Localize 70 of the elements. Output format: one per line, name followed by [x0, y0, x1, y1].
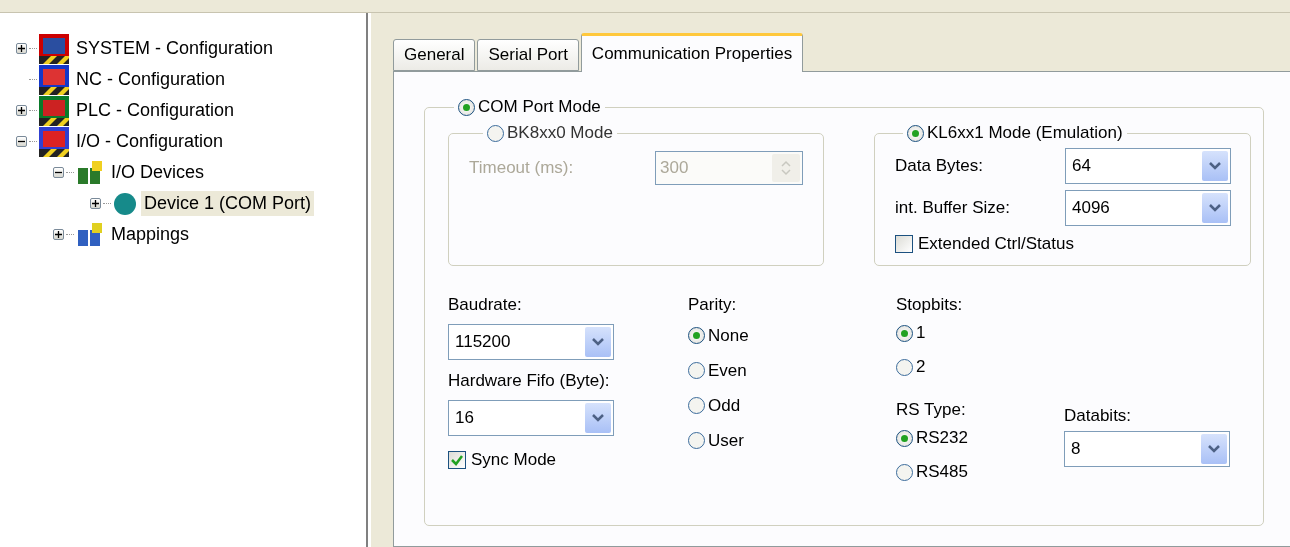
checkbox[interactable] [448, 451, 466, 469]
radio-button[interactable] [896, 463, 913, 481]
config-icon [39, 33, 69, 64]
option-label: RS485 [916, 462, 968, 482]
tab[interactable]: Communication Properties [580, 33, 804, 72]
checkbox[interactable] [895, 235, 913, 253]
checkmark-icon [451, 454, 463, 466]
expand-icon[interactable] [16, 105, 27, 116]
config-icon [39, 64, 69, 95]
chevron-down-icon [1208, 445, 1220, 453]
tab[interactable]: Serial Port [477, 39, 579, 71]
chevron-down-icon [1209, 162, 1221, 170]
chevron-down-icon [1209, 204, 1221, 212]
radio-button[interactable] [688, 327, 705, 344]
spinner-arrows-icon [772, 153, 800, 182]
field-label: RS Type: [896, 399, 967, 421]
option-label: COM Port Mode [478, 97, 601, 117]
radio-button[interactable] [688, 397, 705, 414]
field-label: Timeout (ms): [469, 156, 575, 179]
expand-icon[interactable] [16, 43, 27, 54]
config-icon [39, 126, 69, 157]
chevron-down-icon [592, 414, 604, 422]
field-label: Stopbits: [896, 294, 964, 316]
option-label: Sync Mode [471, 450, 557, 470]
dropdown[interactable]: 8 [1064, 431, 1230, 467]
field-label: Databits: [1064, 405, 1133, 427]
option-label: BK8xx0 Mode [507, 123, 613, 143]
field-label: Hardware Fifo (Byte): [448, 370, 611, 392]
chevron-down-icon [592, 338, 604, 346]
radio-button[interactable] [688, 362, 705, 379]
radio-button[interactable] [896, 429, 913, 447]
spin-field: 300 [655, 150, 803, 185]
tree-item[interactable]: Mappings [108, 222, 193, 247]
option-label: Even [708, 360, 747, 381]
option-label: 2 [916, 357, 926, 377]
radio-button[interactable] [896, 358, 913, 376]
module-icon [76, 159, 104, 186]
tree-item[interactable]: Device 1 (COM Port) [141, 191, 315, 216]
field-label: Baudrate: [448, 294, 523, 316]
option-label: User [708, 430, 744, 451]
expand-icon[interactable] [90, 198, 101, 209]
config-icon [39, 95, 69, 126]
collapse-icon[interactable] [16, 136, 27, 147]
tree-item[interactable]: SYSTEM - Configuration [73, 36, 277, 61]
option-label: RS232 [916, 428, 968, 448]
mapping-icon [76, 221, 104, 248]
option-label: 1 [916, 323, 926, 343]
option-label: None [708, 325, 749, 346]
dropdown[interactable]: 4096 [1065, 190, 1231, 226]
dropdown[interactable]: 115200 [448, 324, 614, 360]
tree-item[interactable]: I/O - Configuration [73, 129, 227, 154]
option-label: Extended Ctrl/Status [918, 234, 1074, 254]
field-label: int. Buffer Size: [895, 197, 1011, 219]
option-label: Odd [708, 395, 741, 416]
circle-icon [113, 191, 137, 216]
expand-icon[interactable] [53, 229, 64, 240]
dropdown[interactable]: 16 [448, 400, 614, 436]
dropdown[interactable]: 64 [1065, 148, 1231, 184]
field-label: Data Bytes: [895, 155, 984, 177]
tree-item[interactable]: NC - Configuration [73, 67, 229, 92]
tree-item[interactable]: I/O Devices [108, 160, 208, 185]
tab[interactable]: General [393, 39, 476, 71]
radio-button[interactable] [688, 432, 705, 449]
radio-button[interactable] [896, 324, 913, 342]
option-label: KL6xx1 Mode (Emulation) [927, 123, 1123, 143]
tree-item[interactable]: PLC - Configuration [73, 98, 238, 123]
collapse-icon[interactable] [53, 167, 64, 178]
field-label: Parity: [688, 294, 738, 316]
radio-button[interactable] [458, 98, 475, 116]
radio-button[interactable] [907, 124, 924, 142]
